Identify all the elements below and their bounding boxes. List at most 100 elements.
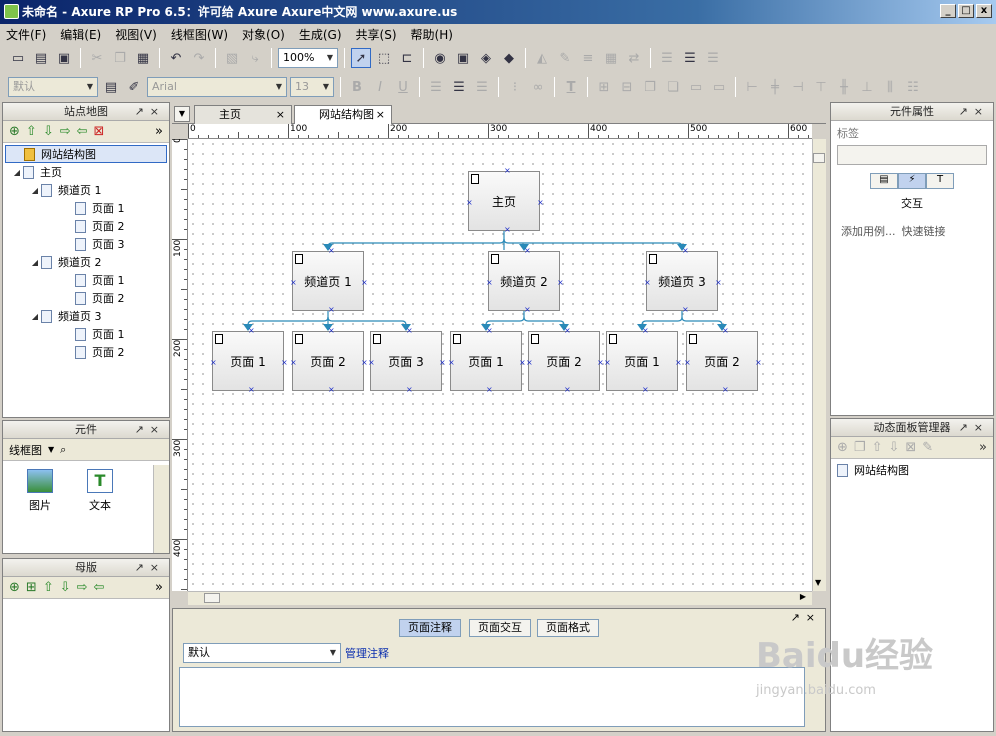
duplicate-icon[interactable]: ❐ (854, 440, 866, 455)
diagram-node-page[interactable]: 页面 1 × × × × (210, 327, 288, 394)
bring-front-icon[interactable]: ❐ (640, 77, 660, 97)
connection-point-icon[interactable]: × (406, 327, 413, 335)
close-button[interactable]: x (976, 4, 992, 18)
line-width-icon[interactable]: ≡ (578, 48, 598, 68)
align-objects-right-icon[interactable]: ⊣ (788, 77, 808, 97)
more-chevron-icon[interactable]: » (155, 580, 163, 595)
scroll-thumb[interactable] (813, 153, 825, 163)
word-spec-icon[interactable]: ▣ (453, 48, 473, 68)
connection-point-icon[interactable]: × (722, 327, 729, 335)
align-objects-bottom-icon[interactable]: ⊥ (857, 77, 877, 97)
search-icon[interactable]: ⌕ (60, 443, 66, 457)
italic-button[interactable]: I (370, 77, 390, 97)
share-icon[interactable]: ◆ (499, 48, 519, 68)
minimize-button[interactable]: _ (940, 4, 956, 18)
connection-point-icon[interactable]: × (604, 359, 611, 367)
fill-color-icon[interactable]: ◭ (532, 48, 552, 68)
send-back-icon[interactable]: ❏ (663, 77, 683, 97)
diagram-node-page[interactable]: 页面 3 × × × × (368, 327, 446, 394)
panel-controls-icon[interactable]: ↗× (135, 421, 165, 439)
align-objects-left-icon[interactable]: ⊢ (742, 77, 762, 97)
tab-page-notes[interactable]: 页面注释 (399, 619, 461, 637)
select-pointer-icon[interactable]: ➚ (351, 48, 371, 68)
sitemap-tree-item[interactable]: 页面 1 (5, 199, 167, 217)
scroll-right-icon[interactable]: ▶ (800, 592, 806, 601)
connection-point-icon[interactable]: × (361, 359, 368, 367)
design-canvas[interactable]: 主页 × × × × 频道页 1 × × × × 频道页 2 × × × × 频道页 3 × × × × 页面 … (188, 139, 812, 591)
menu-generate[interactable]: 生成(G) (299, 26, 342, 43)
diagram-node-page[interactable]: 页面 1 × × × × (448, 327, 526, 394)
ungroup-icon[interactable]: ⊟ (617, 77, 637, 97)
redo-icon[interactable]: ↷ (189, 48, 209, 68)
connection-point-icon[interactable]: × (564, 327, 571, 335)
sitemap-tree-item[interactable]: 页面 2 (5, 343, 167, 361)
align-center-icon[interactable]: ☰ (449, 77, 469, 97)
more-chevron-icon[interactable]: » (979, 440, 987, 455)
connection-point-icon[interactable]: × (248, 327, 255, 335)
sitemap-tree-item[interactable]: ◢ 频道页 2 (5, 253, 167, 271)
connection-point-icon[interactable]: × (504, 226, 511, 234)
close-icon[interactable]: × (376, 106, 385, 124)
widget-text[interactable]: T 文本 (87, 469, 113, 513)
connection-point-icon[interactable]: × (682, 306, 689, 314)
panel-controls-icon[interactable]: ↗× (959, 419, 989, 437)
notes-textarea[interactable] (179, 667, 805, 727)
border-style-icon[interactable]: ▦ (601, 48, 621, 68)
close-icon[interactable]: × (276, 106, 285, 124)
connection-point-icon[interactable]: × (281, 359, 288, 367)
move-down-icon[interactable]: ⇩ (43, 124, 54, 139)
menu-share[interactable]: 共享(S) (356, 26, 397, 43)
cut-icon[interactable]: ✂ (87, 48, 107, 68)
dynpanel-item[interactable]: 网站结构图 (831, 461, 993, 479)
panel-controls-icon[interactable]: ↗× (135, 103, 165, 121)
bullet-list-icon[interactable]: ⁝ (505, 77, 525, 97)
menu-file[interactable]: 文件(F) (6, 26, 46, 43)
menu-object[interactable]: 对象(O) (242, 26, 285, 43)
connection-point-icon[interactable]: × (755, 359, 762, 367)
sitemap-tree-item[interactable]: 页面 1 (5, 271, 167, 289)
menu-help[interactable]: 帮助(H) (411, 26, 453, 43)
font-select[interactable]: Arial ▼ (147, 77, 287, 97)
align-bottom-icon[interactable]: ☰ (703, 48, 723, 68)
diagram-node-page[interactable]: 页面 2 × × × × (526, 327, 604, 394)
format-tab-icon[interactable]: T (926, 173, 954, 189)
connection-point-icon[interactable]: × (486, 279, 493, 287)
distribute-h-icon[interactable]: ⫼ (880, 77, 900, 97)
connection-point-icon[interactable]: × (537, 199, 544, 207)
connection-point-icon[interactable]: × (448, 359, 455, 367)
diagram-node-page[interactable]: 页面 1 × × × × (604, 327, 682, 394)
style-select[interactable]: 默认 ▼ (8, 77, 98, 97)
connection-point-icon[interactable]: × (684, 359, 691, 367)
delete-page-icon[interactable]: ⊠ (94, 124, 105, 139)
connection-point-icon[interactable]: × (210, 359, 217, 367)
delete-icon[interactable]: ⊠ (905, 440, 916, 455)
sitemap-tree-item[interactable]: 页面 3 (5, 235, 167, 253)
sitemap-tree-item[interactable]: 页面 2 (5, 217, 167, 235)
menu-edit[interactable]: 编辑(E) (60, 26, 101, 43)
format-painter-icon[interactable]: ▧ (222, 48, 242, 68)
indent-icon[interactable]: ⇨ (60, 124, 71, 139)
sitemap-tree-item[interactable]: ◢ 频道页 1 (5, 181, 167, 199)
new-file-icon[interactable]: ▭ (8, 48, 28, 68)
connection-point-icon[interactable]: × (290, 359, 297, 367)
align-right-icon[interactable]: ☰ (472, 77, 492, 97)
font-size-select[interactable]: 13 ▼ (290, 77, 334, 97)
paintbrush-icon[interactable]: ✐ (124, 77, 144, 97)
connection-point-icon[interactable]: × (361, 279, 368, 287)
style-editor-icon[interactable]: ▤ (101, 77, 121, 97)
connection-point-icon[interactable]: × (486, 327, 493, 335)
connector-tool-icon[interactable]: ⊏ (397, 48, 417, 68)
scroll-thumb[interactable] (204, 593, 220, 603)
connection-point-icon[interactable]: × (642, 327, 649, 335)
connection-point-icon[interactable]: × (524, 247, 531, 255)
more-chevron-icon[interactable]: » (155, 124, 163, 139)
add-state-icon[interactable]: ⊕ (837, 440, 848, 455)
align-objects-middle-icon[interactable]: ╫ (834, 77, 854, 97)
diagram-node-channel[interactable]: 频道页 2 × × × × (486, 247, 564, 314)
copy-icon[interactable]: ❐ (110, 48, 130, 68)
connection-point-icon[interactable]: × (722, 386, 729, 394)
connection-point-icon[interactable]: × (486, 386, 493, 394)
group-icon[interactable]: ⊞ (594, 77, 614, 97)
diagram-node-page[interactable]: 页面 2 × × × × (290, 327, 368, 394)
align-objects-center-icon[interactable]: ╪ (765, 77, 785, 97)
